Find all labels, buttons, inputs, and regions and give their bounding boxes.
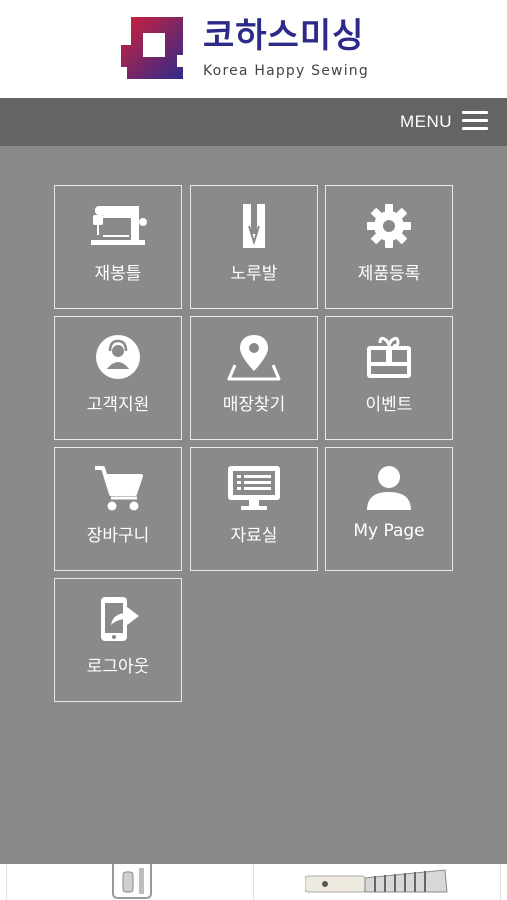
menu-tile-label: 장바구니 <box>86 526 150 546</box>
menu-tile-product-registration[interactable]: 제품등록 <box>325 185 453 309</box>
gift-icon <box>367 336 411 378</box>
menu-tile-label: 노루발 <box>230 264 278 284</box>
menu-label[interactable]: MENU <box>400 112 452 132</box>
menu-overlay: 재봉틀 노루발 제품등록 고객지원 매장찾기 이벤트 장바구니 자료실 My P… <box>0 146 507 864</box>
menu-bar: MENU <box>0 98 507 146</box>
map-pin-icon <box>227 335 281 381</box>
sewing-logo-icon <box>121 17 183 79</box>
divider <box>6 864 7 900</box>
brand-logo[interactable]: 코하스미싱 Korea Happy Sewing <box>121 15 368 81</box>
menu-tile-label: 제품등록 <box>357 264 421 284</box>
user-icon <box>367 466 411 510</box>
menu-tile-store-finder[interactable]: 매장찾기 <box>190 316 318 440</box>
content-preview-strip <box>0 864 507 900</box>
menu-tile-event[interactable]: 이벤트 <box>325 316 453 440</box>
menu-tile-customer-support[interactable]: 고객지원 <box>54 316 182 440</box>
menu-tile-label: 로그아웃 <box>86 657 150 677</box>
header: 코하스미싱 Korea Happy Sewing <box>0 0 507 98</box>
menu-tile-label: 자료실 <box>230 526 278 546</box>
gear-icon <box>367 204 411 248</box>
product-thumbnail[interactable] <box>105 864 155 900</box>
divider <box>500 864 501 900</box>
menu-tile-my-page[interactable]: My Page <box>325 447 453 571</box>
cart-icon <box>95 466 143 511</box>
sewing-machine-icon <box>91 206 147 245</box>
menu-tile-label: 재봉틀 <box>94 264 142 284</box>
menu-tile-label: My Page <box>353 521 425 541</box>
hamburger-icon[interactable] <box>462 111 488 131</box>
divider <box>253 864 254 900</box>
brand-name-korean: 코하스미싱 <box>203 16 365 56</box>
brand-name-english: Korea Happy Sewing <box>203 63 369 79</box>
customer-support-icon <box>96 335 140 379</box>
presser-foot-icon <box>243 204 265 248</box>
menu-tile-sewing-machine[interactable]: 재봉틀 <box>54 185 182 309</box>
product-thumbnail[interactable] <box>305 864 455 900</box>
menu-tile-label: 고객지원 <box>86 395 150 415</box>
logout-icon <box>101 597 139 641</box>
menu-tile-resources[interactable]: 자료실 <box>190 447 318 571</box>
menu-tile-label: 이벤트 <box>365 395 413 415</box>
menu-tile-logout[interactable]: 로그아웃 <box>54 578 182 702</box>
menu-tile-label: 매장찾기 <box>222 395 286 415</box>
menu-tile-presser-foot[interactable]: 노루발 <box>190 185 318 309</box>
monitor-icon <box>228 466 280 510</box>
menu-tile-cart[interactable]: 장바구니 <box>54 447 182 571</box>
